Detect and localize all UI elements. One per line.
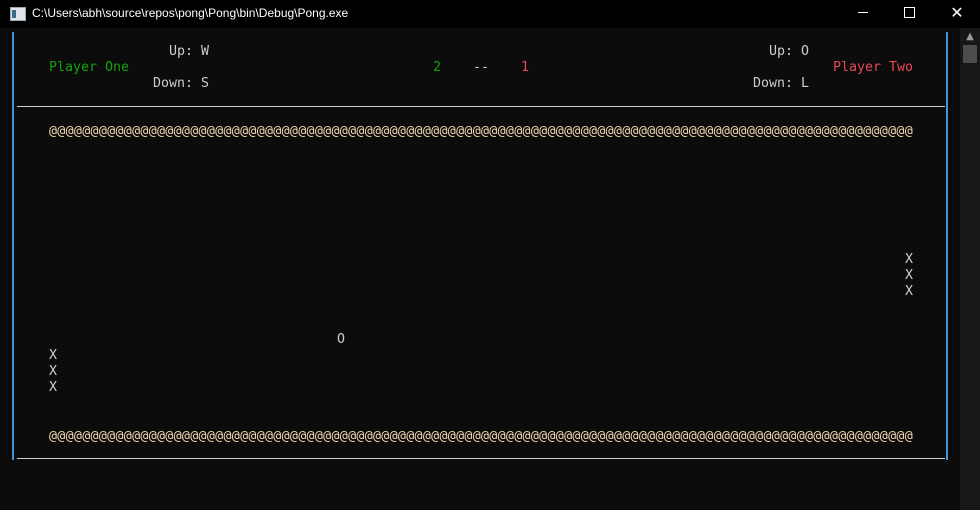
left-paddle-segment: X [49, 364, 58, 379]
title-bar: C:\Users\abh\source\repos\pong\Pong\bin\… [0, 0, 980, 28]
header-divider [17, 106, 945, 107]
minimize-button[interactable] [840, 0, 886, 28]
left-border [12, 32, 14, 460]
console-area: Up: W Player One Down: S 2 -- 1 Up: O Pl… [0, 28, 960, 510]
score-separator: -- [473, 60, 490, 75]
bottom-wall: @@@@@@@@@@@@@@@@@@@@@@@@@@@@@@@@@@@@@@@@… [49, 429, 913, 444]
ball: O [337, 332, 346, 347]
player-one-down-key: Down: S [153, 76, 210, 91]
right-paddle-segment: X [905, 252, 914, 267]
player-two-score: 1 [521, 60, 530, 75]
scroll-up-arrow-icon[interactable]: ▲ [960, 28, 980, 44]
top-wall: @@@@@@@@@@@@@@@@@@@@@@@@@@@@@@@@@@@@@@@@… [49, 124, 913, 139]
right-paddle-segment: X [905, 268, 914, 283]
player-two-down-key: Down: L [753, 76, 810, 91]
player-one-score: 2 [433, 60, 442, 75]
left-paddle-segment: X [49, 380, 58, 395]
player-two-up-key: Up: O [769, 44, 810, 59]
console-app-icon [10, 7, 26, 21]
player-one-up-key: Up: W [169, 44, 210, 59]
window-title: C:\Users\abh\source\repos\pong\Pong\bin\… [32, 6, 349, 20]
scrollbar-thumb[interactable] [963, 45, 977, 63]
close-button[interactable]: ✕ [934, 0, 980, 28]
player-two-label: Player Two [833, 60, 914, 75]
player-one-label: Player One [49, 60, 130, 75]
left-paddle-segment: X [49, 348, 58, 363]
right-border [946, 32, 948, 460]
maximize-button[interactable] [886, 0, 932, 28]
bottom-divider [17, 458, 945, 459]
vertical-scrollbar[interactable]: ▲ [960, 28, 980, 510]
right-paddle-segment: X [905, 284, 914, 299]
